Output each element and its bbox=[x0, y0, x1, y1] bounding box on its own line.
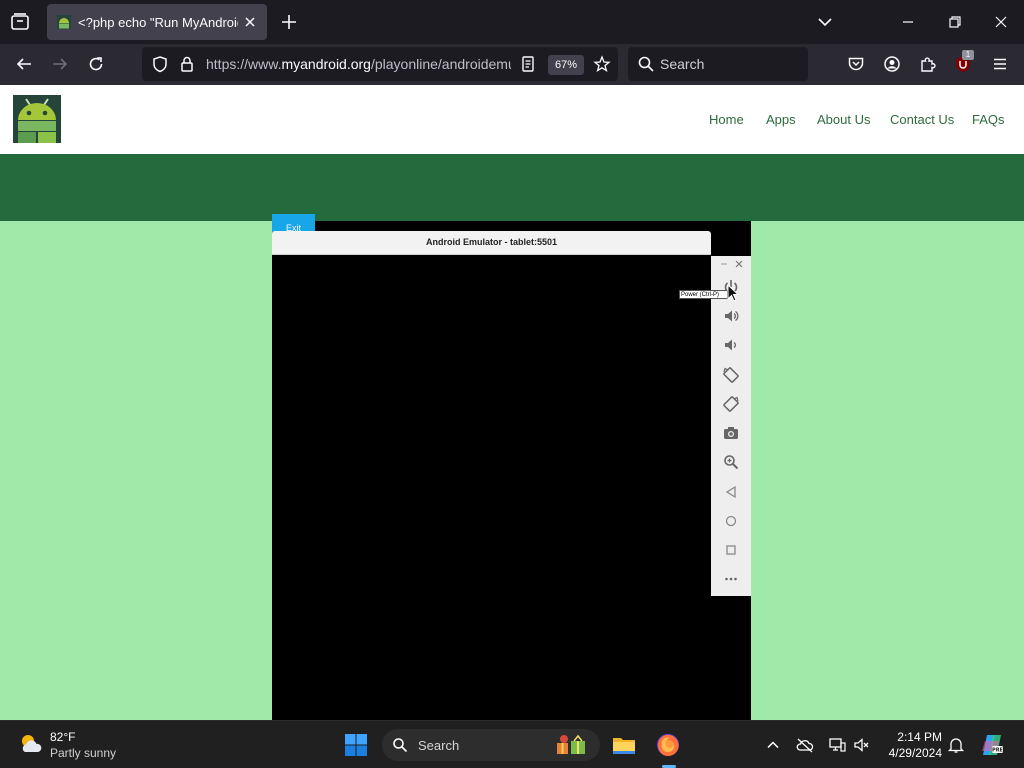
bookmark-star-icon[interactable] bbox=[593, 55, 611, 73]
extension-badge: 1 bbox=[962, 50, 974, 60]
extensions-puzzle-icon[interactable] bbox=[919, 55, 937, 73]
myandroid-logo-icon[interactable] bbox=[13, 95, 61, 143]
clock-time: 2:14 PM bbox=[897, 730, 942, 744]
address-bar[interactable]: https://www.myandroid.org/playonline/and… bbox=[142, 47, 618, 81]
show-hidden-icons-chevron-icon[interactable] bbox=[764, 736, 782, 754]
android-favicon-icon bbox=[57, 15, 71, 29]
list-all-tabs-icon[interactable] bbox=[816, 13, 834, 31]
tab-title: <?php echo "Run MyAndroid"; ?> bbox=[78, 15, 238, 30]
zoom-level-button[interactable]: 67% bbox=[548, 55, 584, 75]
back-triangle-icon[interactable] bbox=[722, 483, 740, 501]
more-dots-icon[interactable] bbox=[722, 570, 740, 588]
emulator-titlebar: Android Emulator - tablet:5501 bbox=[272, 231, 711, 255]
taskbar-search-icon bbox=[393, 738, 408, 753]
reader-view-icon[interactable] bbox=[519, 55, 537, 73]
back-arrow-icon[interactable] bbox=[15, 55, 33, 73]
window-close-icon[interactable] bbox=[993, 14, 1009, 30]
onedrive-offline-icon[interactable] bbox=[796, 736, 814, 754]
partly-sunny-weather-icon[interactable] bbox=[17, 730, 45, 758]
volume-down-icon[interactable] bbox=[722, 336, 740, 354]
url-path: /playonline/androidemulator.php bbox=[370, 56, 511, 72]
browser-navigation-bar: https://www.myandroid.org/playonline/and… bbox=[0, 44, 1024, 85]
windows-taskbar: 82°F Partly sunny Search 2:14 PM 4/29/20… bbox=[0, 720, 1024, 768]
window-restore-icon[interactable] bbox=[947, 14, 963, 30]
search-bar[interactable]: Search bbox=[628, 47, 808, 81]
windows-start-icon[interactable] bbox=[344, 733, 368, 757]
panel-minimize-icon[interactable] bbox=[720, 260, 728, 268]
url-prefix: https://www. bbox=[206, 56, 282, 72]
search-icon bbox=[638, 56, 654, 72]
camera-icon[interactable] bbox=[722, 424, 740, 442]
new-tab-icon[interactable] bbox=[280, 13, 298, 31]
site-header: Home Apps About Us Contact Us FAQs bbox=[0, 85, 1024, 154]
window-minimize-icon[interactable] bbox=[900, 14, 916, 30]
rotate-left-icon[interactable] bbox=[722, 366, 740, 384]
clock-date: 4/29/2024 bbox=[888, 746, 942, 760]
search-highlight-gifts-icon bbox=[557, 734, 585, 754]
web-page: Home Apps About Us Contact Us FAQs Exit … bbox=[0, 85, 1024, 720]
url-text[interactable]: https://www.myandroid.org/playonline/and… bbox=[206, 56, 511, 72]
search-placeholder: Search bbox=[660, 56, 705, 72]
nav-link-home[interactable]: Home bbox=[709, 112, 744, 127]
hamburger-menu-icon[interactable] bbox=[991, 55, 1009, 73]
forward-arrow-icon[interactable] bbox=[51, 55, 69, 73]
tab-close-icon[interactable] bbox=[243, 15, 257, 29]
mouse-cursor-icon bbox=[727, 284, 739, 302]
zoom-icon[interactable] bbox=[722, 453, 740, 471]
lock-icon[interactable] bbox=[178, 55, 196, 73]
volume-up-icon[interactable] bbox=[722, 307, 740, 325]
overview-square-icon[interactable] bbox=[722, 541, 740, 559]
emulator-control-panel bbox=[711, 256, 751, 596]
svg-text:PRE: PRE bbox=[992, 748, 1004, 754]
network-display-icon[interactable] bbox=[828, 736, 846, 754]
panel-close-icon[interactable] bbox=[735, 260, 743, 268]
green-banner bbox=[0, 154, 1024, 221]
nav-link-about-us[interactable]: About Us bbox=[817, 112, 870, 127]
url-domain: myandroid.org bbox=[281, 56, 371, 72]
reload-icon[interactable] bbox=[87, 55, 105, 73]
notification-bell-icon[interactable] bbox=[947, 736, 965, 754]
rotate-right-icon[interactable] bbox=[722, 395, 740, 413]
weather-temperature[interactable]: 82°F bbox=[50, 730, 75, 744]
power-tooltip: Power (Ctrl-P) bbox=[679, 290, 728, 299]
weather-condition[interactable]: Partly sunny bbox=[50, 746, 116, 760]
copilot-preview-icon[interactable]: PRE bbox=[980, 733, 1004, 757]
nav-link-contact-us[interactable]: Contact Us bbox=[890, 112, 954, 127]
emulator-title: Android Emulator - tablet:5501 bbox=[425, 237, 558, 247]
pocket-icon[interactable] bbox=[847, 55, 865, 73]
volume-muted-icon[interactable] bbox=[853, 736, 871, 754]
taskbar-search-placeholder: Search bbox=[418, 738, 460, 753]
browser-tab-strip: <?php echo "Run MyAndroid"; ?> bbox=[0, 0, 1024, 44]
taskbar-search-box[interactable]: Search bbox=[382, 729, 600, 761]
tab-overview-icon[interactable] bbox=[8, 10, 32, 34]
nav-link-faqs[interactable]: FAQs bbox=[972, 112, 1005, 127]
file-explorer-icon[interactable] bbox=[612, 733, 636, 757]
firefox-icon[interactable] bbox=[656, 733, 680, 757]
home-circle-icon[interactable] bbox=[722, 512, 740, 530]
browser-tab-active[interactable]: <?php echo "Run MyAndroid"; ?> bbox=[47, 4, 267, 40]
tracking-protection-shield-icon[interactable] bbox=[151, 55, 169, 73]
system-clock[interactable]: 2:14 PM 4/29/2024 bbox=[880, 729, 942, 761]
nav-link-apps[interactable]: Apps bbox=[766, 112, 796, 127]
account-icon[interactable] bbox=[883, 55, 901, 73]
